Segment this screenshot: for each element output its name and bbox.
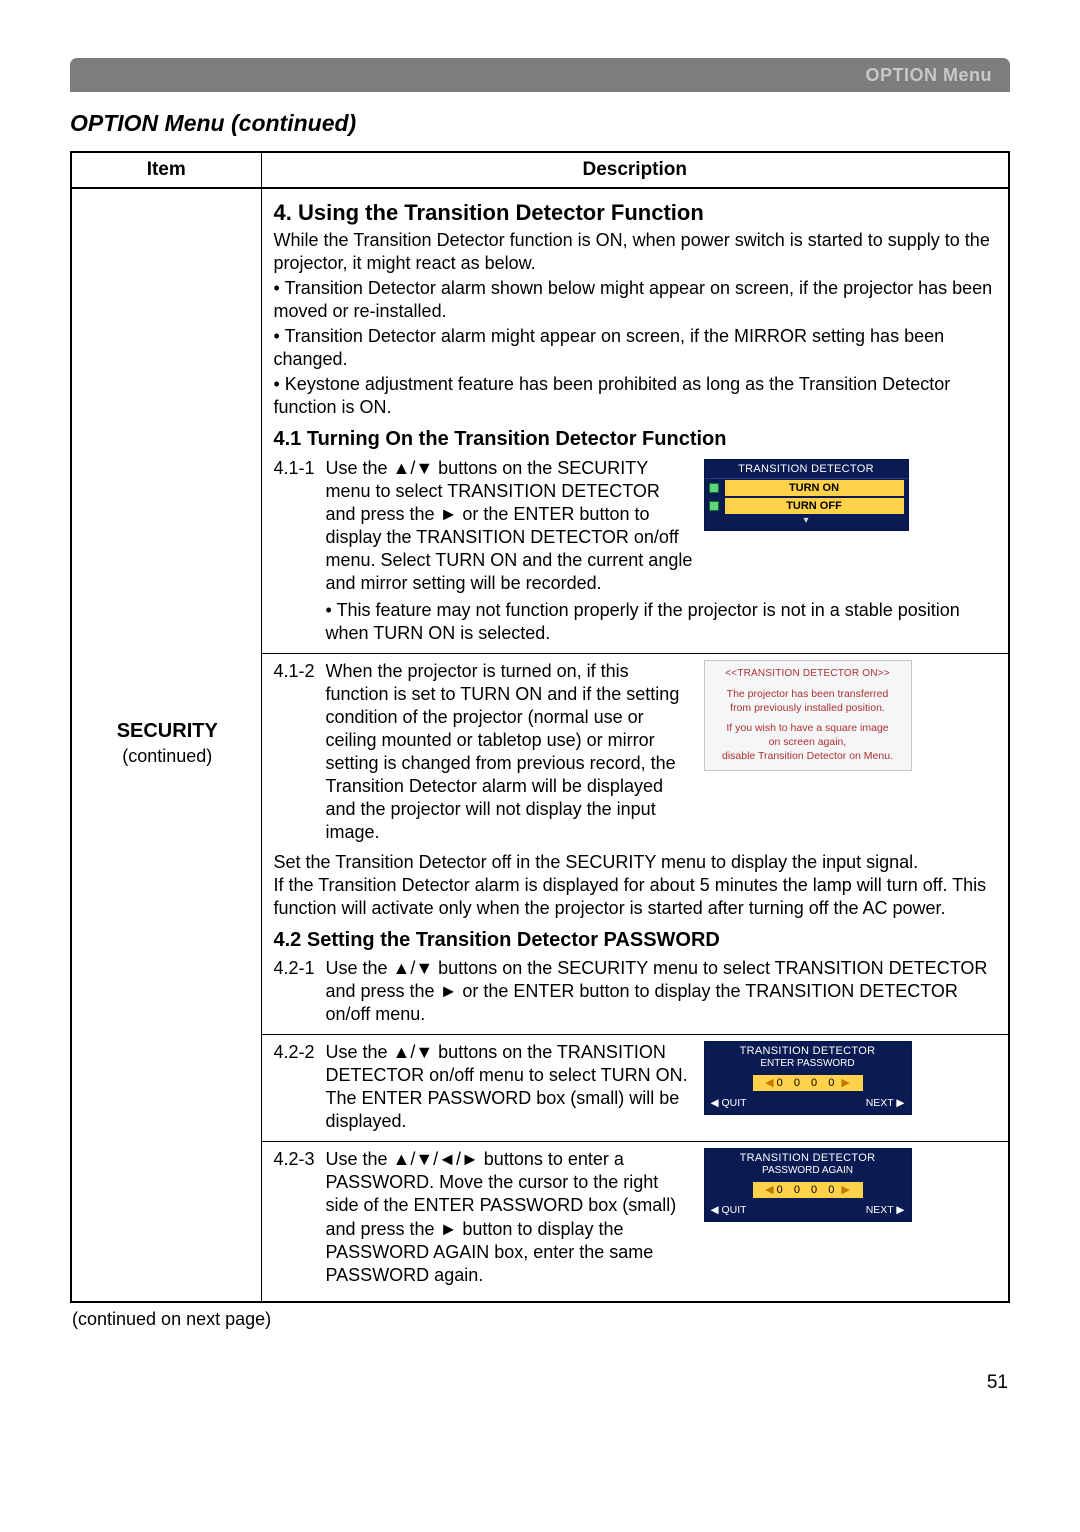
osd-enter-password-label: ENTER PASSWORD (705, 1058, 911, 1075)
step-number: 4.2-3 (274, 1148, 326, 1286)
osd-down-arrow-icon: ▾ (705, 515, 908, 530)
step-note: • This feature may not function properly… (326, 599, 999, 645)
option-menu-table: Item Description SECURITY (continued) 4.… (70, 151, 1010, 1303)
osd-alarm-box: <<TRANSITION DETECTOR ON>> The projector… (704, 660, 912, 770)
step-4-2-1: 4.2-1 Use the ▲/▼ buttons on the SECURIT… (274, 957, 999, 1026)
intro-paragraph: While the Transition Detector function i… (274, 229, 999, 275)
description-cell: 4. Using the Transition Detector Functio… (261, 188, 1009, 1302)
divider (262, 653, 1009, 654)
step-4-1-2: 4.1-2 When the projector is turned on, i… (274, 660, 999, 844)
step-4-2-2: 4.2-2 Use the ▲/▼ buttons on the TRANSIT… (274, 1041, 999, 1133)
page-title: OPTION Menu (continued) (70, 110, 1010, 137)
divider (262, 1141, 1009, 1142)
osd-alarm-line: from previously installed position. (709, 701, 907, 715)
step-number: 4.1-2 (274, 660, 326, 844)
osd-option-turn-off: TURN OFF (725, 498, 904, 514)
bullet-1: • Transition Detector alarm shown below … (274, 277, 999, 323)
osd-transition-detector-menu: TRANSITION DETECTOR TURN ON TURN OFF ▾ (704, 459, 909, 531)
heading-4-2: 4.2 Setting the Transition Detector PASS… (274, 928, 999, 954)
heading-4: 4. Using the Transition Detector Functio… (274, 199, 999, 227)
osd-password-again-label: PASSWORD AGAIN (705, 1165, 911, 1182)
osd-option-turn-on: TURN ON (725, 480, 904, 496)
bullet-2: • Transition Detector alarm might appear… (274, 325, 999, 371)
header-bar: OPTION Menu (70, 58, 1010, 92)
heading-4-1: 4.1 Turning On the Transition Detector F… (274, 427, 999, 453)
col-header-description: Description (261, 152, 1009, 188)
col-header-item: Item (71, 152, 261, 188)
osd-alarm-line: If you wish to have a square image (709, 721, 907, 735)
osd-next-label: NEXT ▶ (866, 1204, 905, 1217)
osd-pass-title: TRANSITION DETECTOR (705, 1042, 911, 1058)
divider (262, 1034, 1009, 1035)
osd-alarm-line: on screen again, (709, 735, 907, 749)
osd-quit-label: ◀ QUIT (711, 1097, 747, 1110)
osd-title: TRANSITION DETECTOR (705, 460, 908, 479)
continued-note: (continued on next page) (72, 1309, 1080, 1330)
page-number: 51 (0, 1372, 1008, 1394)
osd-quit-label: ◀ QUIT (711, 1204, 747, 1217)
osd-alarm-line: The projector has been transferred (709, 687, 907, 701)
bullet-icon (709, 501, 719, 511)
osd-password-digits: 0 0 0 0 (753, 1182, 863, 1198)
osd-alarm-line: disable Transition Detector on Menu. (709, 749, 907, 763)
osd-pass-title: TRANSITION DETECTOR (705, 1149, 911, 1165)
item-suffix: (continued) (84, 745, 251, 768)
header-breadcrumb: OPTION Menu (866, 65, 993, 86)
step-4-2-3: 4.2-3 Use the ▲/▼/◄/► buttons to enter a… (274, 1148, 999, 1286)
step-4-1-1: 4.1-1 Use the ▲/▼ buttons on the SECURIT… (274, 457, 999, 595)
step-text: Use the ▲/▼ buttons on the TRANSITION DE… (326, 1041, 704, 1133)
step-number: 4.1-1 (274, 457, 326, 595)
step-text: When the projector is turned on, if this… (326, 660, 704, 844)
osd-alarm-title: <<TRANSITION DETECTOR ON>> (709, 667, 907, 681)
item-name: SECURITY (84, 719, 251, 745)
bullet-icon (709, 483, 719, 493)
osd-password-again: TRANSITION DETECTOR PASSWORD AGAIN 0 0 0… (704, 1148, 912, 1221)
bullet-3: • Keystone adjustment feature has been p… (274, 373, 999, 419)
post-paragraph-2: If the Transition Detector alarm is disp… (274, 874, 999, 920)
post-paragraph-1: Set the Transition Detector off in the S… (274, 851, 999, 874)
step-text: Use the ▲/▼/◄/► buttons to enter a PASSW… (326, 1148, 704, 1286)
step-text: Use the ▲/▼ buttons on the SECURITY menu… (326, 457, 704, 595)
osd-enter-password: TRANSITION DETECTOR ENTER PASSWORD 0 0 0… (704, 1041, 912, 1114)
step-text: Use the ▲/▼ buttons on the SECURITY menu… (326, 957, 999, 1026)
osd-next-label: NEXT ▶ (866, 1097, 905, 1110)
item-cell-security: SECURITY (continued) (71, 188, 261, 1302)
step-number: 4.2-2 (274, 1041, 326, 1133)
step-number: 4.2-1 (274, 957, 326, 1026)
osd-password-digits: 0 0 0 0 (753, 1075, 863, 1091)
